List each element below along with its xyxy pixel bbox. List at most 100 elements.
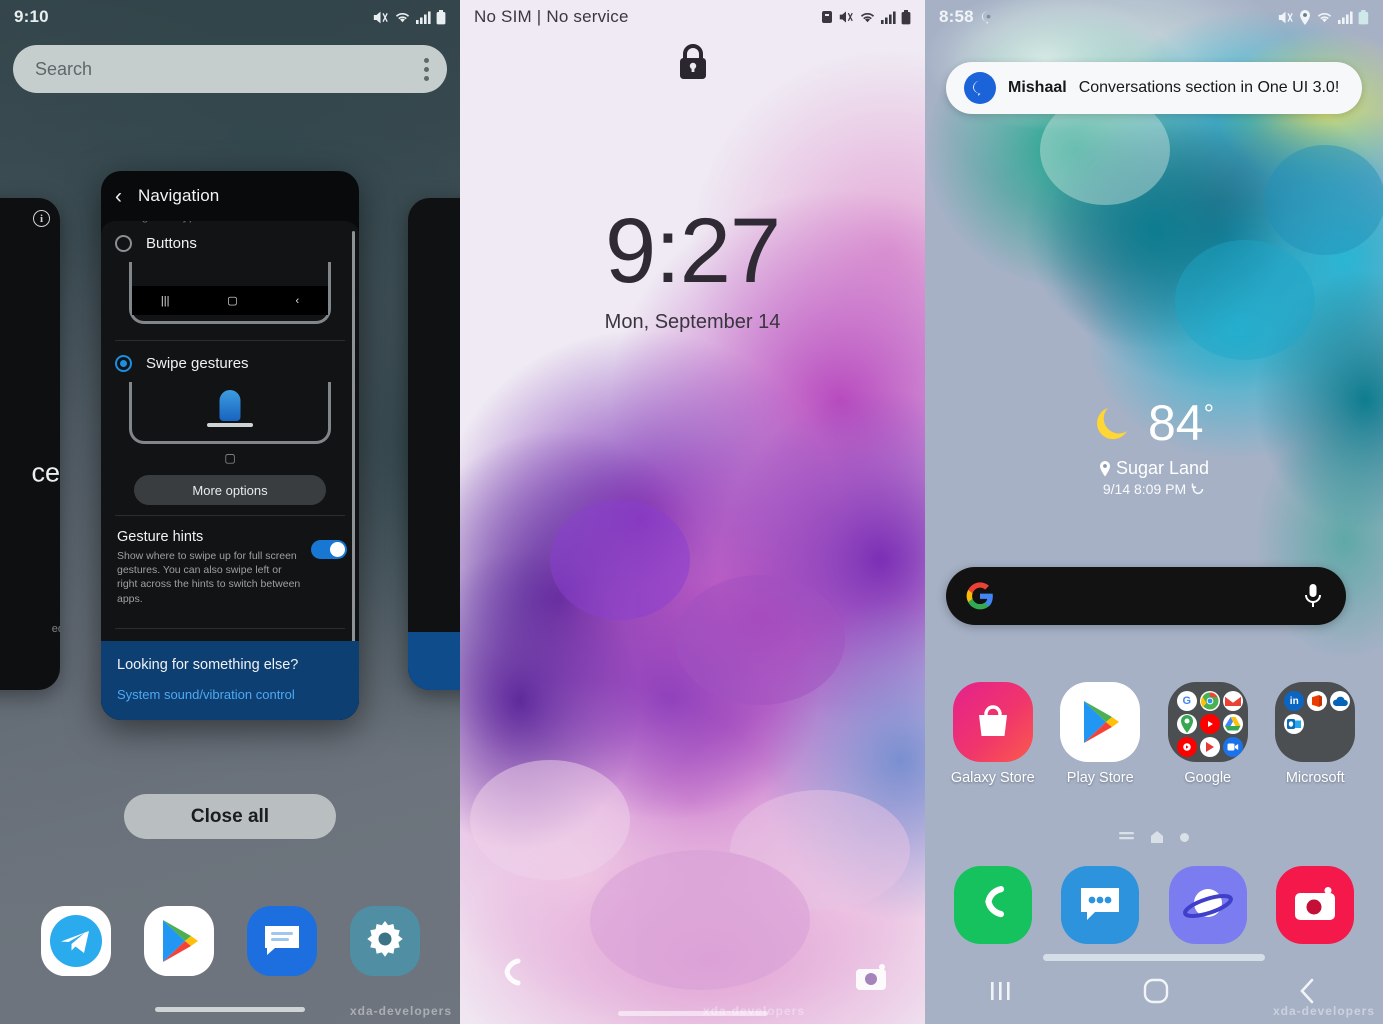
dock-item-phone[interactable] [953, 866, 1032, 944]
refresh-icon[interactable] [1191, 482, 1205, 496]
folder-google[interactable]: G Google [1162, 682, 1254, 786]
settings-card-title: Navigation [138, 186, 220, 205]
home-icon[interactable] [1142, 977, 1170, 1005]
page-indicator[interactable] [925, 830, 1383, 844]
microsoft-folder-icon: in [1275, 682, 1356, 762]
home-key-icon: ▢ [227, 295, 238, 307]
card-right-banner [408, 632, 460, 690]
dock-item-messages[interactable] [246, 906, 317, 976]
back-icon[interactable] [1297, 977, 1319, 1005]
panel-home-screen: 8:58 Mishaal Conversations section in On… [925, 0, 1383, 1024]
settings-card-header: ‹ Navigation [101, 171, 359, 221]
page-dot[interactable] [1180, 832, 1189, 842]
app-list-icon[interactable] [1119, 831, 1134, 843]
conversation-bubble-icon [964, 72, 996, 104]
signal-icon [416, 11, 431, 24]
dock-item-messages[interactable] [1061, 866, 1140, 944]
search-input[interactable]: Search [13, 45, 447, 93]
telegram-icon [49, 915, 102, 967]
preview-gesture-navigation [119, 382, 341, 450]
duo-icon [1222, 737, 1243, 757]
moon-icon [1097, 408, 1127, 440]
play-store-icon [1060, 682, 1141, 762]
app-label: Galaxy Store [950, 770, 1035, 786]
watermark-panel1: xda-developers [349, 1004, 452, 1018]
app-label: Play Store [1066, 770, 1134, 786]
battery-icon [436, 9, 446, 24]
card-left-subtitle: ed [51, 623, 60, 635]
gesture-hints-toggle[interactable] [311, 540, 347, 559]
close-all-button[interactable]: Close all [124, 794, 336, 839]
dock-item-camera[interactable] [1276, 866, 1355, 944]
weather-updated: 9/14 8:09 PM [1102, 481, 1187, 497]
onedrive-icon [1330, 691, 1351, 711]
home-icon[interactable] [1150, 830, 1164, 844]
dock-item-telegram[interactable] [40, 906, 111, 976]
dock-item-play-store[interactable] [143, 906, 214, 976]
back-key-icon: ‹ [295, 294, 300, 307]
radio-swipe-gestures[interactable] [115, 355, 132, 372]
option-swipe-gestures-label: Swipe gestures [146, 355, 249, 372]
weather-updated-row: 9/14 8:09 PM [925, 481, 1383, 497]
weather-location: Sugar Land [1115, 458, 1210, 478]
app-row-1: Galaxy Store Play Store G Google in Micr… [925, 682, 1383, 786]
dock-item-internet[interactable] [1168, 866, 1247, 944]
kebab-menu-icon[interactable] [424, 57, 429, 81]
status-bar-panel1: 9:10 [0, 0, 460, 34]
battery-icon [1358, 9, 1369, 24]
recent-task-card-right[interactable] [408, 198, 460, 690]
radio-buttons[interactable] [115, 235, 132, 252]
folder-microsoft[interactable]: in Microsoft [1269, 682, 1361, 786]
weather-widget[interactable]: 84° Sugar Land 9/14 8:09 PM [925, 398, 1383, 497]
status-bar-panel2: No SIM | No service [460, 0, 925, 34]
option-buttons[interactable]: Buttons [101, 221, 359, 256]
phone-icon[interactable] [496, 958, 526, 992]
messages-icon [264, 926, 299, 955]
status-time: 9:10 [14, 7, 49, 26]
location-icon [1300, 9, 1310, 25]
app-label: Google [1184, 770, 1232, 786]
card-left-title: ce [31, 457, 60, 488]
recent-task-card-settings[interactable]: ‹ Navigation Navigation type Buttons ||| [101, 171, 359, 720]
gesture-handle-line [207, 423, 253, 427]
wifi-icon [395, 13, 410, 23]
gesture-home-indicator-icon: ▢ [224, 451, 236, 465]
google-search-widget[interactable] [946, 567, 1346, 625]
app-galaxy-store[interactable]: Galaxy Store [947, 682, 1039, 786]
notification-sender: Mishaal [1008, 79, 1067, 96]
search-placeholder: Search [35, 58, 93, 79]
option-swipe-gestures[interactable]: Swipe gestures [101, 341, 359, 376]
camera-icon[interactable] [855, 964, 889, 992]
drive-icon [1222, 714, 1243, 734]
watermark-panel2: xda-developers [702, 1004, 805, 1018]
info-icon[interactable]: i [33, 210, 50, 227]
notification-message: Conversations section in One UI 3.0! [1078, 79, 1340, 96]
linkedin-icon: in [1284, 691, 1305, 711]
scrollbar-thumb[interactable] [352, 231, 355, 686]
recents-icon[interactable] [989, 979, 1015, 1003]
signal-icon [881, 11, 896, 24]
recent-task-card-left[interactable]: i ce ed [0, 198, 60, 690]
lfse-link[interactable]: System sound/vibration control [117, 687, 343, 702]
dock-item-settings[interactable] [349, 906, 420, 976]
setting-gesture-hints[interactable]: Gesture hints Show where to swipe up for… [101, 516, 359, 618]
panel-lock-screen: No SIM | No service 9:27 Mon, September … [460, 0, 925, 1024]
back-chevron-icon[interactable]: ‹ [115, 186, 122, 207]
chrome-icon [1199, 691, 1220, 711]
play-movies-icon [1199, 737, 1220, 757]
gmail-icon [1222, 691, 1243, 711]
preview-buttons-navigation: ||| ▢ ‹ [119, 262, 341, 330]
microphone-icon[interactable] [1302, 582, 1324, 610]
navigation-handle-panel1[interactable] [155, 1007, 305, 1012]
notification-banner[interactable]: Mishaal Conversations section in One UI … [946, 62, 1362, 114]
looking-for-something-else-panel: Looking for something else? System sound… [101, 641, 359, 720]
youtube-icon [1199, 714, 1220, 734]
youtube-music-icon [1176, 737, 1197, 757]
google-icon: G [1176, 691, 1197, 711]
phone-icon [985, 886, 1004, 918]
lockscreen-clock: 9:27 [604, 200, 781, 302]
navigation-handle-panel3[interactable] [1043, 954, 1265, 961]
more-options-button[interactable]: More options [134, 475, 326, 505]
app-play-store[interactable]: Play Store [1054, 682, 1146, 786]
wifi-icon [860, 13, 875, 23]
